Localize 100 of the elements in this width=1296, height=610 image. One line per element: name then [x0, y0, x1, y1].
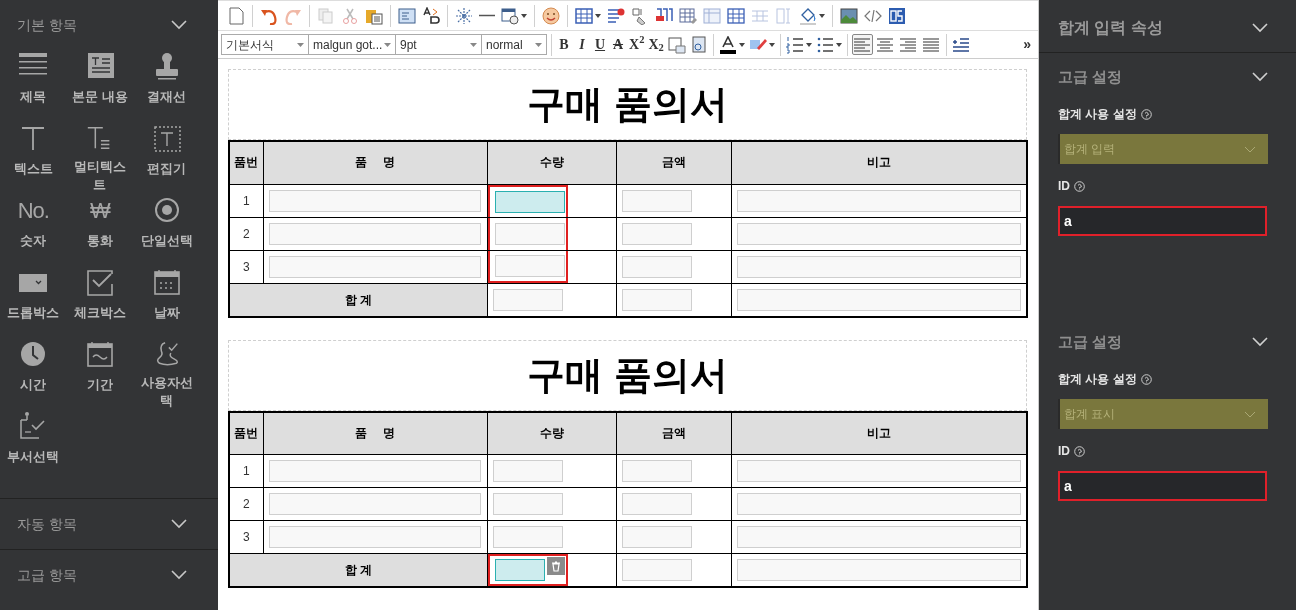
input-field[interactable] — [268, 526, 481, 548]
input-field[interactable] — [736, 255, 1021, 278]
input-field[interactable] — [492, 526, 563, 548]
component-item[interactable]: 결재선 — [133, 50, 200, 122]
page-button[interactable] — [226, 4, 246, 27]
font-color-button[interactable] — [717, 33, 746, 56]
align-button[interactable] — [851, 34, 873, 55]
item-label: 단일선택 — [139, 232, 194, 250]
input-field[interactable] — [494, 190, 565, 213]
item-label: 부서선택 — [6, 448, 61, 466]
column-header: 품 명 — [354, 425, 396, 440]
caret-icon — [738, 42, 745, 47]
input-field[interactable] — [492, 493, 563, 515]
item-label: 시간 — [19, 376, 48, 394]
input-field[interactable] — [268, 460, 481, 482]
component-item[interactable]: 편집기 — [133, 122, 200, 194]
caret-icon — [768, 42, 775, 47]
landscape-icon — [840, 6, 858, 25]
component-item[interactable]: 시간 — [0, 338, 67, 410]
input-field[interactable] — [736, 460, 1021, 482]
input-field[interactable] — [492, 288, 563, 311]
component-item[interactable]: 체크박스 — [66, 266, 134, 338]
item-label: 사용자선택 — [139, 374, 194, 410]
chevron-icon[interactable] — [1252, 337, 1269, 347]
smiley-button[interactable] — [541, 4, 561, 27]
page-icon — [227, 6, 245, 25]
component-item[interactable]: 기간 — [66, 338, 134, 410]
format-button[interactable]: X$_{2}$ — [647, 33, 665, 56]
component-item[interactable]: ₩ 통화 — [66, 194, 134, 266]
row-number: 3 — [242, 259, 250, 274]
column-header: 비고 — [866, 155, 891, 170]
column-header: 비고 — [866, 425, 891, 440]
chevron-icon[interactable] — [171, 570, 188, 580]
input-field[interactable] — [621, 460, 692, 482]
list-add-icon — [607, 6, 625, 25]
component-item[interactable]: 텍스트 — [0, 122, 67, 194]
input-field[interactable] — [621, 526, 692, 548]
chevron-icon[interactable] — [1252, 72, 1269, 82]
component-item[interactable]: 본문 내용 — [66, 50, 134, 122]
sparkle-icon — [455, 6, 473, 25]
input-field[interactable] — [736, 189, 1021, 212]
format-button[interactable]: X$^{2}$ — [628, 33, 646, 56]
input-field[interactable] — [621, 255, 692, 278]
column-header: 품번 — [234, 155, 259, 170]
id-input-field[interactable]: a — [1058, 471, 1267, 501]
table-icon — [575, 6, 593, 25]
input-field[interactable] — [736, 222, 1021, 245]
input-field[interactable] — [621, 559, 692, 581]
input-field[interactable] — [621, 288, 692, 311]
row-number: 2 — [242, 497, 250, 511]
section-title: 고급 설정 — [1058, 66, 1123, 87]
id-input-field[interactable]: a — [1058, 206, 1267, 236]
format-button[interactable]: A — [610, 33, 626, 56]
input-field[interactable] — [492, 460, 563, 482]
component-item[interactable]: 제목 — [0, 50, 67, 122]
chevron-icon[interactable] — [171, 519, 188, 529]
input-field[interactable] — [268, 222, 481, 245]
input-field[interactable] — [494, 559, 545, 581]
caret-icon — [819, 13, 825, 18]
input-field[interactable] — [736, 526, 1021, 548]
component-item[interactable]: No. 숫자 — [0, 194, 67, 266]
input-field[interactable] — [621, 189, 692, 212]
component-item[interactable]: 날짜 — [133, 266, 200, 338]
section-title: 고급 항목 — [17, 565, 77, 585]
chevron-icon[interactable] — [171, 20, 188, 30]
chevron-icon[interactable] — [1252, 23, 1269, 33]
input-field[interactable] — [736, 493, 1021, 515]
component-item[interactable]: 단일선택 — [133, 194, 200, 266]
horizontal-line-icon — [479, 14, 495, 17]
more-button[interactable]: » — [1023, 34, 1031, 55]
input-field[interactable] — [494, 254, 565, 277]
column-header: 수량 — [539, 425, 564, 440]
caret-icon — [835, 42, 842, 47]
caret-icon — [805, 42, 812, 47]
input-field[interactable] — [268, 189, 481, 212]
component-item[interactable]: 부서선택 — [0, 410, 67, 482]
trash-icon — [550, 560, 561, 572]
input-field[interactable] — [621, 222, 692, 245]
field-label: ID — [1058, 443, 1070, 460]
input-field[interactable] — [268, 255, 481, 278]
format-button[interactable]: B — [556, 33, 572, 56]
item-label: 멀티텍스트 — [73, 158, 127, 194]
component-item[interactable]: 사용자선택 — [133, 338, 200, 410]
input-field[interactable] — [736, 288, 1021, 311]
spellcheck-button[interactable] — [421, 4, 441, 27]
item-glyph: No. — [17, 197, 49, 225]
component-item[interactable]: 드롭박스 — [0, 266, 67, 338]
input-field[interactable] — [621, 493, 692, 515]
help-icon — [1074, 180, 1085, 192]
format-button[interactable]: I — [574, 33, 590, 56]
format-button[interactable]: U — [592, 33, 608, 56]
item-label: 본문 내용 — [71, 88, 129, 106]
input-field[interactable] — [736, 559, 1021, 581]
item-label: 통화 — [86, 232, 114, 250]
component-item[interactable]: 멀티텍스트 — [66, 122, 134, 194]
input-field[interactable] — [494, 222, 565, 245]
input-field[interactable] — [268, 493, 481, 515]
delete-button[interactable] — [546, 557, 565, 575]
column-header: 금액 — [661, 425, 686, 440]
chevron-icon — [1244, 410, 1256, 418]
